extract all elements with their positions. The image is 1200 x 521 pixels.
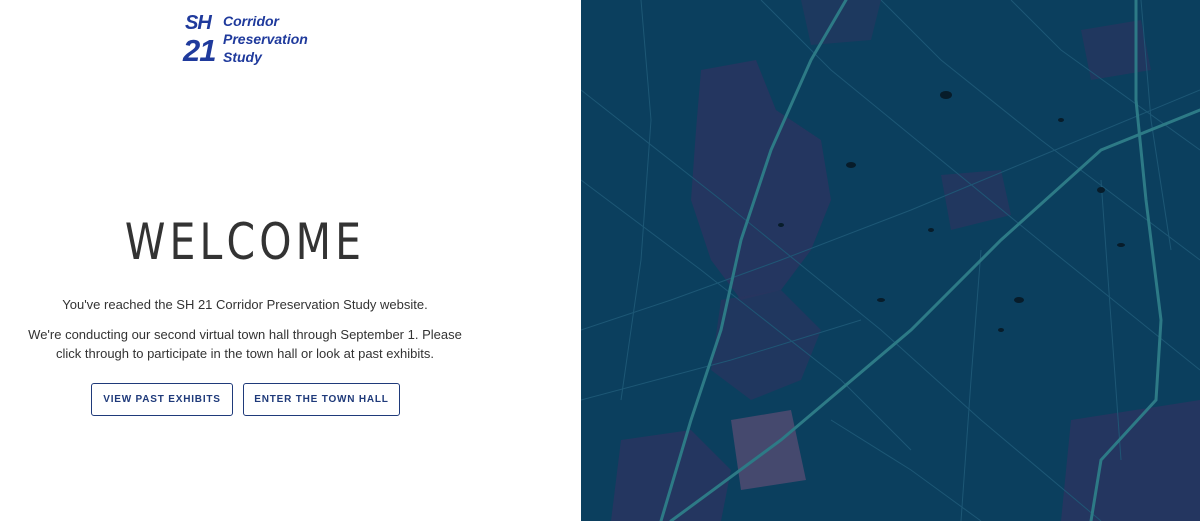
welcome-title: WELCOME	[124, 213, 366, 271]
logo-word-study: Study	[223, 49, 262, 65]
map-area-patch	[1081, 20, 1151, 80]
welcome-panel: SH 21 Corridor Preservation Study WELCOM…	[0, 0, 581, 521]
enter-town-hall-button[interactable]: ENTER THE TOWN HALL	[243, 383, 400, 416]
view-past-exhibits-button[interactable]: VIEW PAST EXHIBITS	[91, 383, 233, 416]
welcome-intro-text: You've reached the SH 21 Corridor Preser…	[62, 297, 428, 312]
action-buttons: VIEW PAST EXHIBITS ENTER THE TOWN HALL	[91, 383, 400, 416]
welcome-content: WELCOME You've reached the SH 21 Corrido…	[0, 210, 490, 363]
logo-number-text: 21	[183, 33, 216, 68]
map-background	[581, 0, 1200, 521]
logo-word-preservation: Preservation	[223, 31, 308, 47]
corridor-map[interactable]	[581, 0, 1200, 521]
logo-word-corridor: Corridor	[223, 13, 279, 29]
sh21-logo[interactable]: SH 21 Corridor Preservation Study	[183, 12, 313, 72]
logo-sh-text: SH	[185, 12, 212, 34]
logo-words: Corridor Preservation Study	[223, 12, 308, 66]
welcome-townhall-text: We're conducting our second virtual town…	[28, 327, 462, 361]
landing-page: SH 21 Corridor Preservation Study WELCOM…	[0, 0, 1200, 521]
